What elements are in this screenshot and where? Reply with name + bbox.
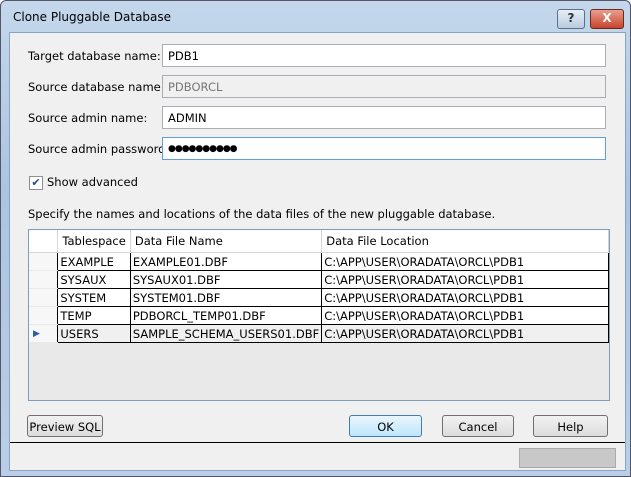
show-advanced-label[interactable]: Show advanced xyxy=(47,175,138,189)
ok-button[interactable]: OK xyxy=(349,415,422,437)
cell-data-file-location[interactable]: C:\APP\USER\ORADATA\ORCL\PDB1 xyxy=(321,306,609,325)
cell-tablespace[interactable]: TEMP xyxy=(57,306,131,325)
cell-data-file-location[interactable]: C:\APP\USER\ORADATA\ORCL\PDB1 xyxy=(321,252,609,271)
admin-name-input[interactable]: ADMIN xyxy=(162,106,606,129)
current-row-arrow-icon[interactable]: ▶ xyxy=(29,324,58,343)
cell-tablespace[interactable]: SYSTEM xyxy=(57,288,131,307)
admin-password-label: Source admin password: xyxy=(28,142,170,156)
cell-data-file-location[interactable]: C:\APP\USER\ORADATA\ORCL\PDB1 xyxy=(321,288,609,307)
help-button[interactable]: Help xyxy=(533,415,608,437)
cell-tablespace[interactable]: SYSAUX xyxy=(57,270,131,289)
table-row-selected[interactable]: ▶ USERS SAMPLE_SCHEMA_USERS01.DBF C:\APP\US… xyxy=(29,324,609,343)
dialog-body: Target database name: PDB1 Source databa… xyxy=(9,32,626,471)
disabled-status-button xyxy=(519,448,616,468)
dialog-window: Clone Pluggable Database ? X Target data… xyxy=(0,0,631,477)
target-db-input[interactable]: PDB1 xyxy=(162,44,606,67)
cell-data-file-name[interactable]: SYSTEM01.DBF xyxy=(129,288,323,307)
cell-data-file-location[interactable]: C:\APP\USER\ORADATA\ORCL\PDB1 xyxy=(321,270,609,289)
table-row[interactable]: TEMP PDBORCL_TEMP01.DBF C:\APP\USER\ORADAT… xyxy=(29,306,609,325)
cell-data-file-name[interactable]: SAMPLE_SCHEMA_USERS01.DBF xyxy=(129,324,323,343)
admin-name-label: Source admin name: xyxy=(28,111,148,125)
close-button[interactable]: X xyxy=(590,9,624,29)
row-header[interactable] xyxy=(29,288,58,307)
help-title-button[interactable]: ? xyxy=(557,9,585,29)
cell-data-file-name[interactable]: PDBORCL_TEMP01.DBF xyxy=(129,306,323,325)
source-db-label: Source database name: xyxy=(28,80,165,94)
grid-header-row: Tablespace Data File Name Data File Loca… xyxy=(29,230,609,253)
cell-tablespace[interactable]: USERS xyxy=(57,324,131,343)
target-db-label: Target database name: xyxy=(28,49,161,63)
column-header-data-file-location[interactable]: Data File Location xyxy=(321,230,609,253)
row-header-corner xyxy=(29,230,59,253)
cancel-button[interactable]: Cancel xyxy=(442,415,514,437)
grid-description: Specify the names and locations of the d… xyxy=(28,207,496,221)
cell-tablespace[interactable]: EXAMPLE xyxy=(57,252,131,271)
cell-data-file-name[interactable]: SYSAUX01.DBF xyxy=(129,270,323,289)
table-row[interactable]: SYSTEM SYSTEM01.DBF C:\APP\USER\ORADATA\OR… xyxy=(29,288,609,307)
table-row[interactable]: EXAMPLE EXAMPLE01.DBF C:\APP\USER\ORADATA\… xyxy=(29,252,609,271)
datafile-grid: Tablespace Data File Name Data File Loca… xyxy=(28,229,610,401)
preview-sql-button[interactable]: Preview SQL xyxy=(27,415,103,437)
table-row[interactable]: SYSAUX SYSAUX01.DBF C:\APP\USER\ORADATA\OR… xyxy=(29,270,609,289)
column-header-tablespace[interactable]: Tablespace xyxy=(57,230,131,253)
cell-data-file-name[interactable]: EXAMPLE01.DBF xyxy=(129,252,323,271)
row-header[interactable] xyxy=(29,252,58,271)
admin-password-input[interactable]: ●●●●●●●●●● xyxy=(162,137,606,160)
cell-data-file-location[interactable]: C:\APP\USER\ORADATA\ORCL\PDB1 xyxy=(321,324,609,343)
column-header-data-file-name[interactable]: Data File Name xyxy=(130,230,323,253)
show-advanced-checkbox[interactable]: ✔ xyxy=(29,176,43,190)
source-db-input: PDBORCL xyxy=(162,75,606,98)
separator xyxy=(10,442,625,443)
row-header[interactable] xyxy=(29,306,58,325)
dialog-title: Clone Pluggable Database xyxy=(13,10,172,24)
row-header[interactable] xyxy=(29,270,58,289)
